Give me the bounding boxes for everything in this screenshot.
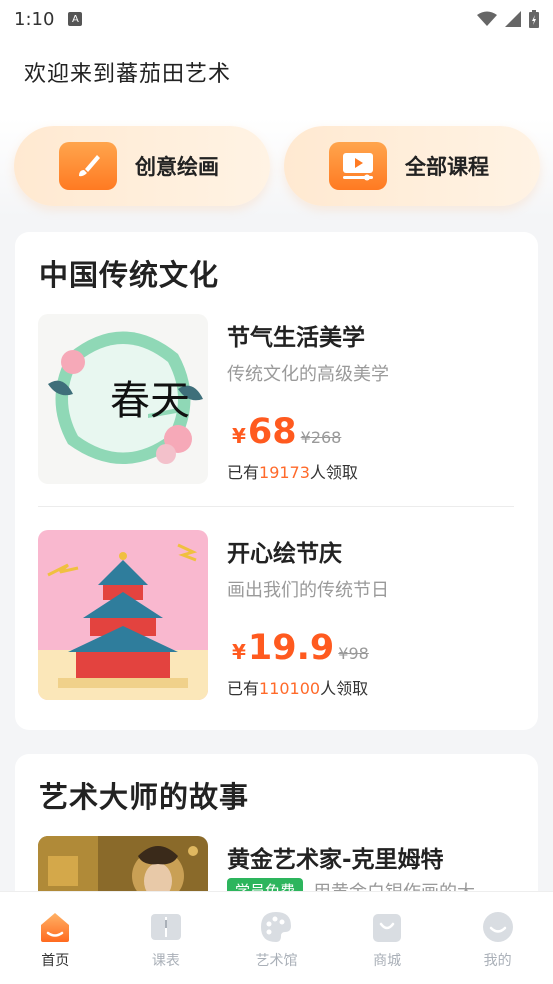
creative-painting-label: 创意绘画 [135, 155, 219, 179]
nav-home-label: 首页 [41, 953, 70, 969]
divider [38, 506, 514, 507]
course-thumbnail-spring: 春天 [38, 314, 208, 484]
count-suffix: 人领取 [309, 463, 358, 482]
current-price: 19.9 [247, 628, 335, 668]
book-icon [150, 914, 181, 940]
course-item-festivals[interactable]: 开心绘节庆 画出我们的传统节日 ¥ 19.9 ¥98 已有110100人领取 [38, 530, 516, 700]
notification-a-icon: A [68, 12, 83, 26]
nav-schedule-label: 课表 [151, 953, 180, 969]
battery-charging-icon [529, 10, 539, 28]
course-title: 节气生活美学 [227, 325, 365, 351]
all-courses-label: 全部课程 [405, 155, 489, 179]
welcome-title: 欢迎来到蕃茄田艺术 [24, 62, 232, 87]
course-subtitle: 画出我们的传统节日 [227, 580, 389, 601]
nav-mine-label: 我的 [483, 953, 512, 969]
currency-symbol: ¥ [232, 424, 246, 448]
nav-home[interactable]: 首页 [0, 892, 111, 984]
shop-bag-icon [373, 914, 402, 942]
play-video-icon [329, 142, 387, 190]
bottom-navigation: 首页 课表 艺术馆 商城 我的 [0, 891, 553, 984]
brush-icon [59, 142, 117, 190]
nav-shop[interactable]: 商城 [332, 892, 443, 984]
nav-art-gallery-label: 艺术馆 [255, 953, 298, 969]
home-icon [41, 913, 70, 942]
palette-icon [261, 912, 292, 942]
art-masters-section: 艺术大师的故事 黄金艺术家-克里姆特 学员免费 用黄金白银作画的大 [15, 754, 538, 916]
count-suffix: 人领取 [320, 679, 369, 698]
signal-icon [505, 11, 521, 27]
nav-shop-label: 商城 [373, 953, 402, 969]
nav-mine[interactable]: 我的 [442, 892, 553, 984]
count-prefix: 已有 [227, 463, 260, 482]
course-title: 开心绘节庆 [227, 541, 342, 567]
status-icons [477, 10, 539, 28]
nav-schedule[interactable]: 课表 [111, 892, 222, 984]
section-title: 艺术大师的故事 [39, 780, 250, 814]
course-price: ¥ 68 ¥268 [232, 412, 341, 452]
nav-art-gallery[interactable]: 艺术馆 [221, 892, 332, 984]
section-title: 中国传统文化 [39, 258, 220, 292]
course-title: 黄金艺术家-克里姆特 [227, 847, 444, 873]
count-number: 110100 [259, 679, 321, 698]
traditional-culture-section: 中国传统文化 春天 节气生活美学 传统文化的高级美学 ¥ 68 ¥268 已有1… [15, 232, 538, 730]
enrollment-count: 已有19173人领取 [227, 459, 358, 483]
current-price: 68 [247, 412, 297, 452]
count-number: 19173 [259, 463, 310, 482]
currency-symbol: ¥ [232, 640, 246, 664]
creative-painting-button[interactable]: 创意绘画 [14, 126, 270, 206]
course-thumbnail-temple [38, 530, 208, 700]
course-subtitle: 传统文化的高级美学 [227, 364, 389, 385]
count-prefix: 已有 [227, 679, 260, 698]
all-courses-button[interactable]: 全部课程 [284, 126, 540, 206]
quick-actions: 创意绘画 全部课程 [0, 118, 553, 218]
course-price: ¥ 19.9 ¥98 [232, 628, 369, 668]
enrollment-count: 已有110100人领取 [227, 675, 368, 699]
status-time: 1:10 [14, 8, 55, 30]
header: 欢迎来到蕃茄田艺术 [0, 38, 553, 118]
original-price: ¥268 [300, 428, 342, 447]
wifi-icon [477, 11, 497, 26]
spring-calligraphy: 春天 [110, 378, 190, 424]
status-bar: 1:10 A [0, 0, 553, 38]
smile-icon [482, 912, 513, 942]
original-price: ¥98 [338, 644, 369, 663]
course-item-solar-terms[interactable]: 春天 节气生活美学 传统文化的高级美学 ¥ 68 ¥268 已有19173人领取 [38, 314, 516, 484]
